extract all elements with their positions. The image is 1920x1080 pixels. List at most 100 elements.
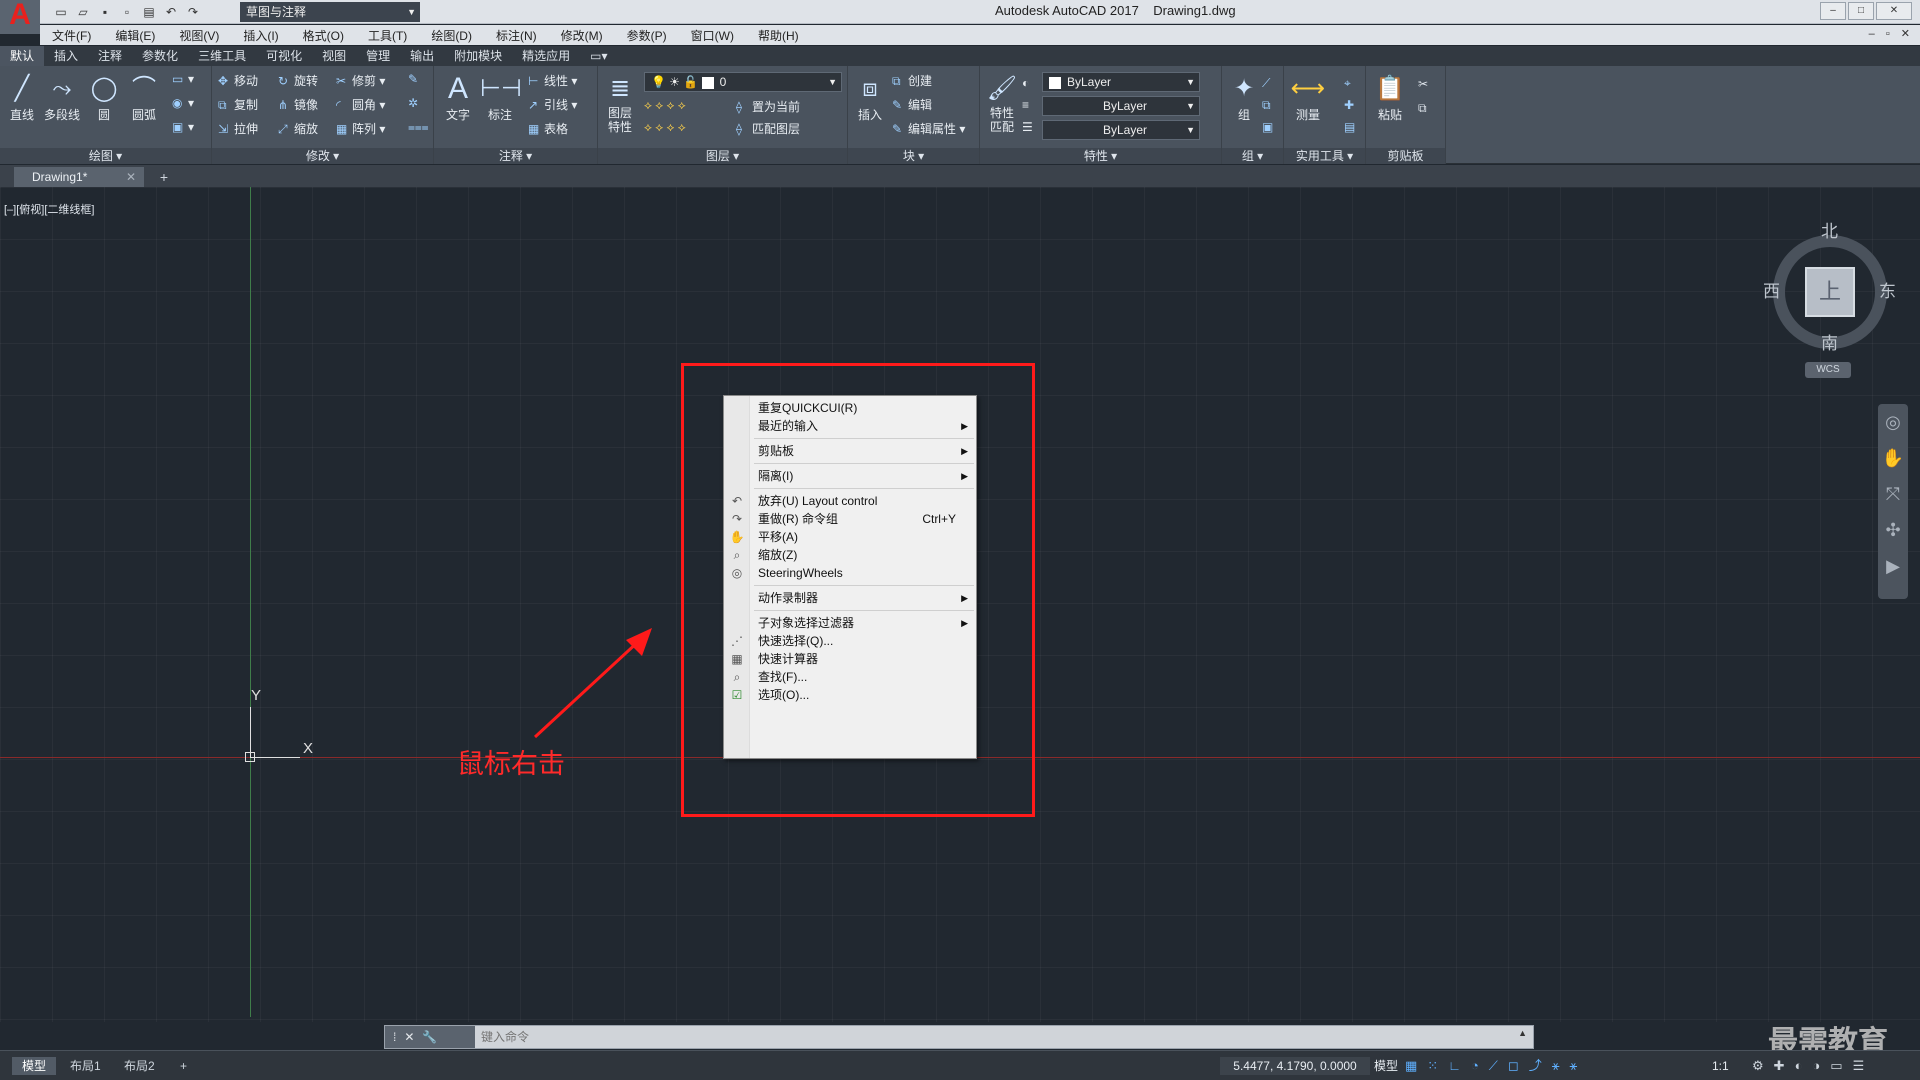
viewcube-top-face[interactable]: 上	[1805, 267, 1855, 317]
linetype-dropdown[interactable]: ByLayer ▼	[1042, 96, 1200, 116]
redo-icon[interactable]: ↷	[184, 3, 202, 21]
object-track-icon[interactable]: ⤴	[1529, 1057, 1542, 1075]
text-button[interactable]: A 文字	[438, 72, 478, 123]
layer-tools-row1[interactable]: ⟡ ⟡ ⟡ ⟡	[644, 98, 686, 118]
set-current-button[interactable]: ⟠ 置为当前	[736, 98, 800, 118]
table-button[interactable]: ▦ 表格	[528, 120, 568, 140]
insert-block-button[interactable]: ⧈ 插入	[850, 72, 890, 123]
paste-button[interactable]: 📋 粘贴	[1370, 72, 1410, 123]
group-tools[interactable]: ⟋ ⧉ ▣	[1262, 72, 1273, 134]
panel-utilities-title[interactable]: 实用工具 ▾	[1284, 148, 1365, 164]
menu-help[interactable]: 帮助(H)	[746, 27, 811, 44]
menu-insert[interactable]: 插入(I)	[231, 27, 290, 44]
tab-3d-tools[interactable]: 三维工具	[188, 46, 256, 66]
command-input[interactable]	[481, 1028, 1511, 1046]
minimize-button[interactable]: –	[1820, 2, 1846, 20]
isolate-icon[interactable]: ◐	[1795, 1057, 1803, 1075]
isodraft-icon[interactable]: ⟋	[1489, 1057, 1498, 1075]
menu-format[interactable]: 格式(O)	[291, 27, 356, 44]
ctx-action-recorder[interactable]: 动作录制器 ▶	[724, 587, 976, 609]
stretch-button[interactable]: ⇲ 拉伸	[218, 120, 258, 140]
panel-properties-title[interactable]: 特性 ▾	[980, 148, 1221, 164]
layer-tools-row2[interactable]: ⟡ ⟡ ⟡ ⟡	[644, 120, 686, 140]
panel-annotation-title[interactable]: 注释 ▾	[434, 148, 597, 164]
menu-window-controls[interactable]: – ▫ ✕	[1869, 27, 1914, 40]
ribbon-options-icon[interactable]: ▭▾	[580, 46, 617, 66]
chevron-up-icon[interactable]: ▲	[1518, 1028, 1527, 1038]
tab-parametric[interactable]: 参数化	[132, 46, 188, 66]
fillet-button[interactable]: ◜ 圆角 ▾	[336, 96, 385, 116]
open-file-icon[interactable]: ▱	[74, 3, 92, 21]
print-icon[interactable]: ▤	[140, 3, 158, 21]
menu-view[interactable]: 视图(V)	[167, 27, 231, 44]
panel-layers-title[interactable]: 图层 ▾	[598, 148, 847, 164]
linear-button[interactable]: ⊢ 线性 ▾	[528, 72, 577, 92]
wcs-menu[interactable]: WCS	[1805, 362, 1851, 378]
compass-south[interactable]: 南	[1821, 329, 1838, 354]
panel-groups-title[interactable]: 组 ▾	[1222, 148, 1283, 164]
workspace-dropdown[interactable]: 草图与注释 ▼	[240, 2, 420, 22]
compass-north[interactable]: 北	[1821, 217, 1838, 242]
application-menu-button[interactable]: A	[0, 0, 40, 34]
viewport-controls[interactable]: [–][俯视][二维线框]	[4, 201, 94, 217]
annotation-visibility-icon[interactable]: ⚹	[1552, 1057, 1560, 1075]
menu-file[interactable]: 文件(F)	[40, 27, 103, 44]
compass-west[interactable]: 西	[1763, 277, 1780, 302]
measure-button[interactable]: ⟷ 测量	[1288, 72, 1328, 123]
move-button[interactable]: ✥ 移动	[218, 72, 258, 92]
tab-manage[interactable]: 管理	[356, 46, 400, 66]
layer-dropdown[interactable]: 💡 ☀ 🔓 0 ▼	[644, 72, 842, 92]
menu-draw[interactable]: 绘图(D)	[419, 27, 484, 44]
maximize-button[interactable]: □	[1848, 2, 1874, 20]
orbit-icon[interactable]: ✣	[1878, 512, 1908, 548]
match-layer-button[interactable]: ⟠ 匹配图层	[736, 120, 800, 140]
gear-icon[interactable]: ⚙	[1752, 1057, 1764, 1075]
clean-screen-icon[interactable]: ▭	[1830, 1057, 1842, 1075]
annotation-autoscale-icon[interactable]: ⚹	[1570, 1057, 1578, 1075]
tab-default[interactable]: 默认	[0, 46, 45, 66]
match-properties-button[interactable]: 🖌 特性 匹配	[982, 72, 1022, 134]
utility-tools[interactable]: ⌖ ✚ ▤	[1344, 72, 1355, 134]
polyline-button[interactable]: ⤳ 多段线	[42, 72, 82, 123]
tab-annotate[interactable]: 注释	[88, 46, 132, 66]
undo-icon[interactable]: ↶	[162, 3, 180, 21]
ctx-options[interactable]: ☑ 选项(O)...	[724, 684, 976, 706]
array-button[interactable]: ▦ 阵列 ▾	[336, 120, 385, 140]
new-tab-button[interactable]: +	[152, 167, 176, 187]
line-button[interactable]: ╱ 直线	[2, 72, 42, 123]
ctx-isolate[interactable]: 隔离(I) ▶	[724, 465, 976, 487]
new-file-icon[interactable]: ▭	[52, 3, 70, 21]
edit-attributes-button[interactable]: ✎ 编辑属性 ▾	[892, 120, 965, 140]
panel-modify-title[interactable]: 修改 ▾	[212, 148, 433, 164]
menu-tools[interactable]: 工具(T)	[356, 27, 419, 44]
grid-icon[interactable]: ▦	[1405, 1057, 1417, 1075]
compass-east[interactable]: 东	[1879, 277, 1896, 302]
layer-properties-button[interactable]: ≣ 图层 特性	[600, 72, 640, 134]
ortho-icon[interactable]: ∟	[1448, 1057, 1461, 1075]
close-button[interactable]: ✕	[1876, 2, 1912, 20]
tab-output[interactable]: 输出	[400, 46, 444, 66]
polar-icon[interactable]: ◔	[1471, 1057, 1479, 1075]
menu-parametric[interactable]: 参数(P)	[615, 27, 679, 44]
panel-draw-title[interactable]: 绘图 ▾	[0, 148, 211, 164]
trim-button[interactable]: ✂ 修剪 ▾	[336, 72, 385, 92]
zoom-extents-icon[interactable]: ⤧	[1878, 476, 1908, 512]
create-block-button[interactable]: ⧉ 创建	[892, 72, 932, 92]
command-line-tools[interactable]: ⁞✕🔧	[385, 1026, 475, 1048]
edit-block-button[interactable]: ✎ 编辑	[892, 96, 932, 116]
tab-insert[interactable]: 插入	[44, 46, 88, 66]
save-icon[interactable]: ▪	[96, 3, 114, 21]
ctx-clipboard[interactable]: 剪贴板 ▶	[724, 440, 976, 462]
color-dropdown[interactable]: ByLayer ▼	[1042, 72, 1200, 92]
offset-button[interactable]: ⩶	[408, 120, 429, 140]
tab-visualize[interactable]: 可视化	[256, 46, 312, 66]
tab-view[interactable]: 视图	[312, 46, 356, 66]
hardware-accel-icon[interactable]: ◑	[1812, 1057, 1820, 1075]
copy-button[interactable]: ⧉ 复制	[218, 96, 258, 116]
tab-model[interactable]: 模型	[12, 1057, 57, 1075]
steeringwheel-icon[interactable]: ◎	[1878, 404, 1908, 440]
leader-button[interactable]: ↗ 引线 ▾	[528, 96, 577, 116]
viewcube[interactable]: 上 北 南 西 东	[1763, 217, 1896, 353]
menu-edit[interactable]: 编辑(E)	[103, 27, 167, 44]
coordinates-readout[interactable]: 5.4477, 4.1790, 0.0000	[1220, 1057, 1370, 1075]
